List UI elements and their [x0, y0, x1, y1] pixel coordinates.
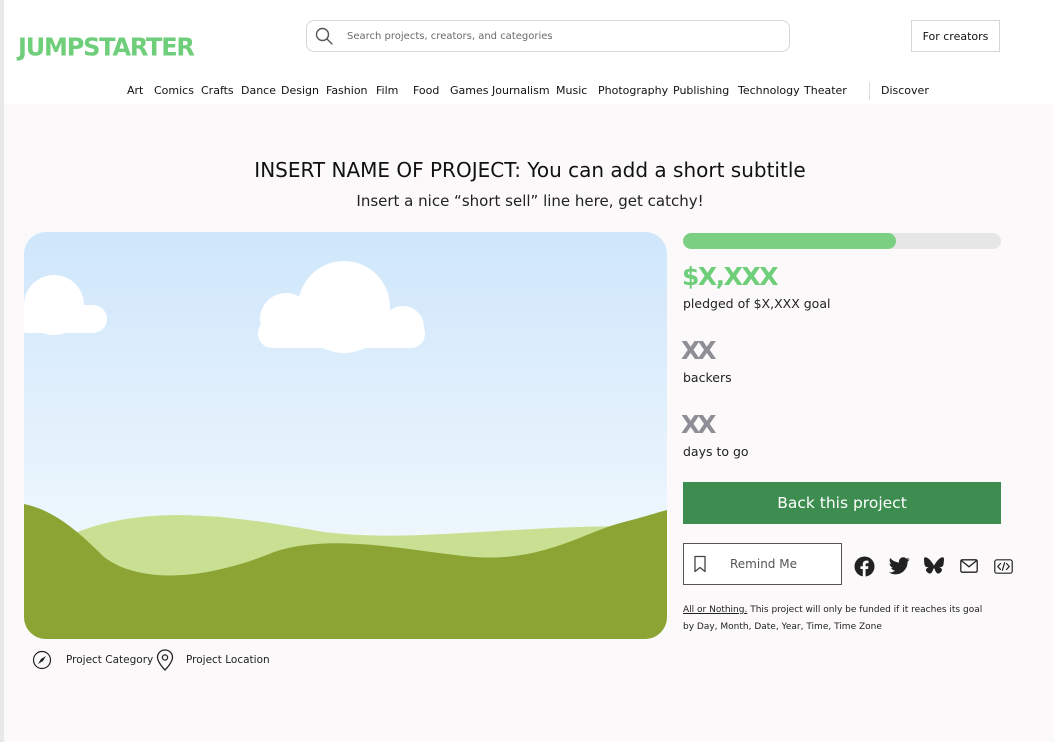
- twitter-icon[interactable]: [888, 555, 910, 577]
- nav-item-fashion[interactable]: Fashion: [326, 84, 368, 97]
- nav-item-film[interactable]: Film: [376, 84, 398, 97]
- funding-progress-bar: [683, 233, 1001, 249]
- search-bar[interactable]: [306, 20, 790, 52]
- nav-item-design[interactable]: Design: [281, 84, 319, 97]
- nav-item-music[interactable]: Music: [556, 84, 587, 97]
- nav-item-comics[interactable]: Comics: [154, 84, 194, 97]
- compass-icon: [32, 650, 52, 670]
- facebook-icon[interactable]: [853, 555, 875, 577]
- bookmark-icon: [694, 555, 706, 573]
- days-to-go-count: XX: [681, 410, 717, 439]
- remind-me-button[interactable]: Remind Me: [683, 543, 842, 585]
- for-creators-button[interactable]: For creators: [911, 20, 1000, 52]
- search-icon: [315, 27, 333, 45]
- embed-icon[interactable]: [992, 555, 1014, 577]
- nav-item-photography[interactable]: Photography: [598, 84, 668, 97]
- project-category[interactable]: Project Category: [32, 649, 153, 671]
- project-tagline: Insert a nice “short sell” line here, ge…: [356, 192, 704, 210]
- nav-item-theater[interactable]: Theater: [804, 84, 847, 97]
- pledged-goal-label: pledged of $X,XXX goal: [683, 296, 831, 311]
- back-this-project-button[interactable]: Back this project: [683, 482, 1001, 524]
- project-location-label: Project Location: [186, 654, 270, 666]
- landscape-illustration: [24, 232, 667, 639]
- jumpstarter-logo[interactable]: JUMPSTARTER: [18, 32, 195, 61]
- funding-progress-fill: [683, 233, 897, 249]
- category-nav: Art Comics Crafts Dance Design Fashion F…: [4, 84, 1054, 100]
- location-pin-icon: [156, 649, 174, 671]
- project-location[interactable]: Project Location: [156, 649, 270, 671]
- bluesky-icon[interactable]: [923, 555, 945, 577]
- project-category-label: Project Category: [66, 654, 154, 666]
- nav-item-art[interactable]: Art: [127, 84, 143, 97]
- project-page: INSERT NAME OF PROJECT: You can add a sh…: [4, 104, 1054, 742]
- remind-me-label: Remind Me: [730, 557, 797, 571]
- nav-item-games[interactable]: Games: [450, 84, 488, 97]
- funding-notice: All or Nothing. This project will only b…: [683, 602, 983, 636]
- all-or-nothing-link[interactable]: All or Nothing.: [683, 605, 747, 615]
- nav-item-dance[interactable]: Dance: [241, 84, 276, 97]
- nav-item-journalism[interactable]: Journalism: [492, 84, 550, 97]
- site-header: JUMPSTARTER For creators Art Comics Craf…: [4, 0, 1054, 104]
- nav-item-food[interactable]: Food: [413, 84, 439, 97]
- backers-label: backers: [683, 370, 732, 385]
- project-hero-image[interactable]: [24, 232, 667, 639]
- nav-item-crafts[interactable]: Crafts: [201, 84, 234, 97]
- days-to-go-label: days to go: [683, 444, 749, 459]
- nav-item-publishing[interactable]: Publishing: [673, 84, 729, 97]
- search-input[interactable]: [347, 30, 767, 42]
- project-title: INSERT NAME OF PROJECT: You can add a sh…: [254, 158, 806, 182]
- nav-divider: [869, 82, 870, 100]
- nav-item-technology[interactable]: Technology: [738, 84, 800, 97]
- pledged-amount: $X,XXX: [682, 262, 779, 291]
- nav-item-discover[interactable]: Discover: [881, 84, 929, 97]
- backers-count: XX: [681, 336, 717, 365]
- mail-icon[interactable]: [958, 555, 980, 577]
